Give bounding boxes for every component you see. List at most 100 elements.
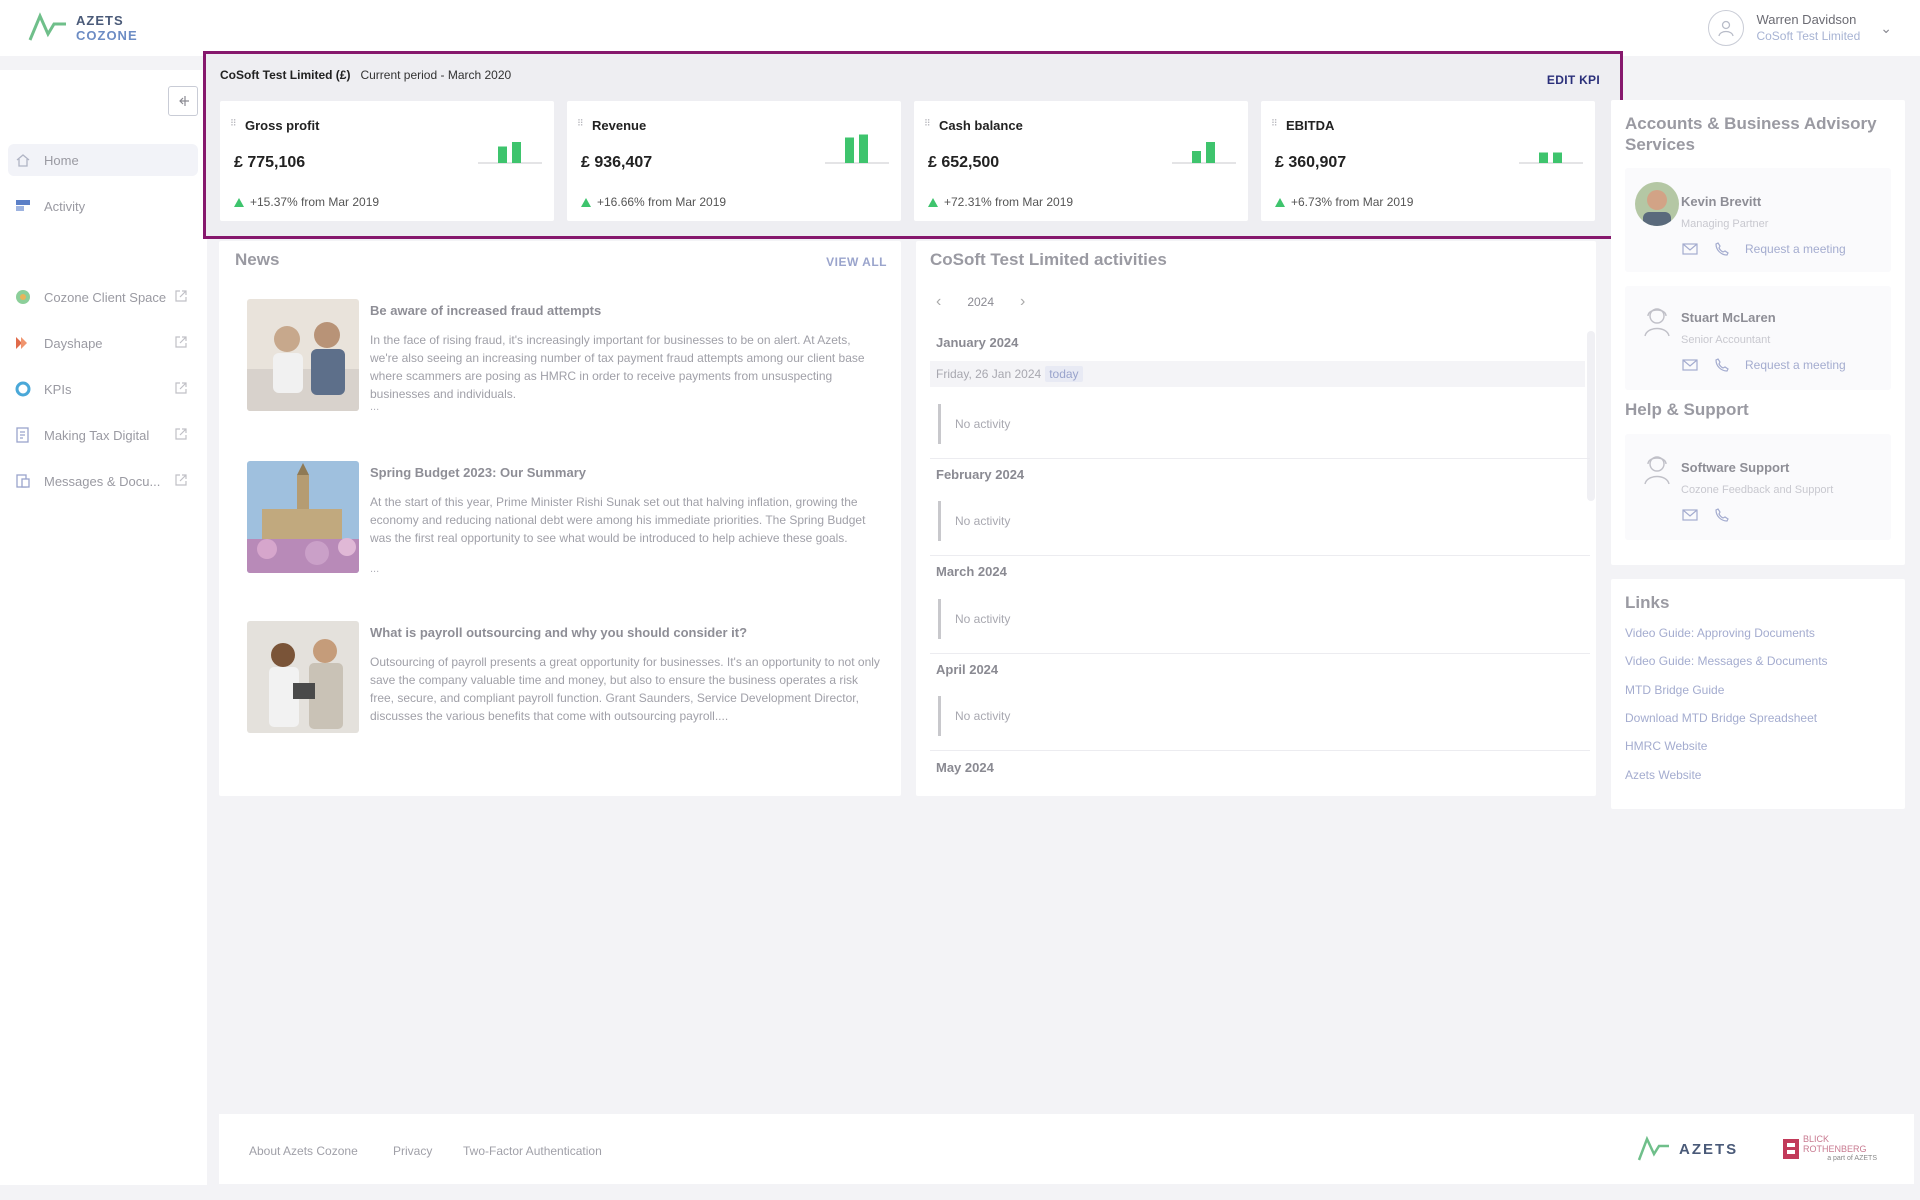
footer-link-about[interactable]: About Azets Cozone [249, 1144, 358, 1158]
user-avatar-icon[interactable] [1708, 10, 1745, 46]
help-support-title: Help & Support [1625, 400, 1749, 419]
user-menu[interactable]: Warren Davidson CoSoft Test Limited ⌄ [1708, 10, 1892, 46]
sidebar-item-dayshape[interactable]: Dayshape [8, 327, 198, 359]
kpi-value: £ 936,407 [581, 154, 653, 171]
blick-rothenberg-logo: BLICK ROTHENBERG a part of AZETS [1783, 1134, 1877, 1164]
sidebar-item-making-tax-digital[interactable]: Making Tax Digital [8, 419, 198, 451]
up-arrow-icon [234, 197, 244, 207]
advisors-panel: Accounts & Business Advisory Services Ke… [1611, 100, 1905, 565]
kpi-card-cash-balance[interactable]: ⠿ Cash balance £ 652,500 +72.31% from Ma… [914, 101, 1248, 221]
drag-handle-icon[interactable]: ⠿ [1271, 119, 1278, 131]
drag-handle-icon[interactable]: ⠿ [577, 119, 584, 131]
footer-link-two-factor[interactable]: Two-Factor Authentication [463, 1144, 602, 1158]
today-badge: today [1045, 366, 1083, 382]
sparkline-bar [498, 146, 507, 163]
kpi-value: £ 775,106 [234, 154, 306, 171]
month-heading: January 2024 [936, 335, 1019, 350]
request-meeting-link[interactable]: Request a meeting [1745, 242, 1846, 256]
home-icon [14, 151, 32, 169]
azets-footer-logo: AZETS [1637, 1136, 1738, 1162]
partner-name: BLICK ROTHENBERG [1803, 1134, 1867, 1154]
sidebar-item-activity[interactable]: Activity [8, 190, 198, 222]
news-item[interactable]: Spring Budget 2023: Our Summary At the s… [247, 461, 887, 575]
sidebar-item-label: Home [44, 152, 79, 168]
kpi-change: +15.37% from Mar 2019 [234, 195, 379, 209]
kpi-card-revenue[interactable]: ⠿ Revenue £ 936,407 +16.66% from Mar 201… [567, 101, 901, 221]
link-item[interactable]: HMRC Website [1625, 739, 1707, 753]
phone-icon[interactable] [1713, 358, 1731, 372]
logo-line1: AZETS [76, 13, 124, 28]
link-item[interactable]: MTD Bridge Guide [1625, 683, 1724, 697]
footer-link-privacy[interactable]: Privacy [393, 1144, 432, 1158]
link-item[interactable]: Video Guide: Messages & Documents [1625, 654, 1828, 668]
kpi-sparkline [1172, 142, 1236, 164]
news-item-body: In the face of rising fraud, it's increa… [370, 333, 865, 401]
kpi-title: Gross profit [245, 118, 320, 133]
email-icon[interactable] [1681, 242, 1699, 256]
drag-handle-icon[interactable]: ⠿ [924, 119, 931, 131]
news-thumbnail[interactable] [247, 621, 359, 733]
kpi-card-ebitda[interactable]: ⠿ EBITDA £ 360,907 +6.73% from Mar 2019 [1261, 101, 1595, 221]
request-meeting-link[interactable]: Request a meeting [1745, 358, 1846, 372]
external-link-icon [175, 428, 187, 440]
sidebar-item-messages-documents[interactable]: Messages & Docu... [8, 465, 198, 497]
no-activity-item: No activity [938, 501, 1010, 541]
link-item[interactable]: Azets Website [1625, 768, 1701, 782]
kpi-card-gross-profit[interactable]: ⠿ Gross profit £ 775,106 +15.37% from Ma… [220, 101, 554, 221]
sidebar-item-home[interactable]: Home [8, 144, 198, 176]
news-title: News [235, 250, 280, 269]
divider [930, 458, 1590, 459]
email-icon[interactable] [1681, 508, 1699, 522]
azets-cozone-logo[interactable]: AZETS COZONE [28, 12, 138, 44]
current-year: 2024 [967, 295, 995, 309]
news-item-title[interactable]: Be aware of increased fraud attempts [370, 303, 601, 318]
contact-name: Software Support [1681, 460, 1790, 475]
previous-year-icon[interactable]: ‹ [936, 293, 941, 311]
news-item[interactable]: Be aware of increased fraud attempts In … [247, 299, 887, 413]
news-thumbnail[interactable] [247, 299, 359, 411]
external-link-icon [175, 382, 187, 394]
edit-kpi-button[interactable]: EDIT KPI [1547, 73, 1600, 87]
links-panel: Links Video Guide: Approving Documents V… [1611, 579, 1905, 809]
sidebar-item-cozone-client-space[interactable]: Cozone Client Space [8, 281, 198, 313]
news-item-title[interactable]: Spring Budget 2023: Our Summary [370, 465, 586, 480]
sidebar-item-kpis[interactable]: KPIs [8, 373, 198, 405]
divider [930, 750, 1590, 751]
today-date: Friday, 26 Jan 2024 [936, 367, 1042, 381]
view-all-link[interactable]: VIEW ALL [826, 255, 887, 269]
news-thumbnail[interactable] [247, 461, 359, 573]
activities-scrollbar[interactable] [1587, 331, 1595, 501]
sidebar: Home Activity Cozone Client Space Daysha… [0, 70, 207, 1185]
sidebar-item-label: Activity [44, 198, 86, 214]
news-item-title[interactable]: What is payroll outsourcing and why you … [370, 625, 747, 640]
kpi-sparkline [478, 142, 542, 164]
links-title: Links [1625, 593, 1670, 612]
kpi-sparkline [825, 134, 889, 164]
phone-icon[interactable] [1713, 508, 1731, 522]
external-link-icon [175, 336, 187, 348]
phone-icon[interactable] [1713, 242, 1731, 256]
messages-icon [14, 472, 32, 490]
news-item-body: At the start of this year, Prime Ministe… [370, 495, 866, 545]
kpi-change: +72.31% from Mar 2019 [928, 195, 1073, 209]
kpi-change-text: +6.73% from Mar 2019 [1291, 195, 1414, 209]
collapse-sidebar-button[interactable] [168, 86, 198, 116]
support-card: Software Support Cozone Feedback and Sup… [1625, 434, 1891, 540]
chevron-down-icon[interactable]: ⌄ [1880, 20, 1892, 37]
email-icon[interactable] [1681, 358, 1699, 372]
drag-handle-icon[interactable]: ⠿ [230, 119, 237, 131]
activities-title: CoSoft Test Limited activities [930, 250, 1167, 269]
client-space-icon [14, 288, 32, 306]
contact-role: Managing Partner [1681, 218, 1769, 230]
link-item[interactable]: Video Guide: Approving Documents [1625, 626, 1815, 640]
news-item[interactable]: What is payroll outsourcing and why you … [247, 621, 887, 733]
collapse-arrow-icon [179, 96, 189, 106]
logo-line2: COZONE [76, 28, 138, 43]
azets-logo-icon [28, 12, 66, 41]
news-item-more: ... [370, 563, 380, 575]
kpi-sparkline [1519, 152, 1583, 164]
link-item[interactable]: Download MTD Bridge Spreadsheet [1625, 711, 1817, 725]
next-year-icon[interactable]: › [1020, 293, 1025, 311]
kpi-icon [14, 380, 32, 398]
month-heading: February 2024 [936, 467, 1025, 482]
